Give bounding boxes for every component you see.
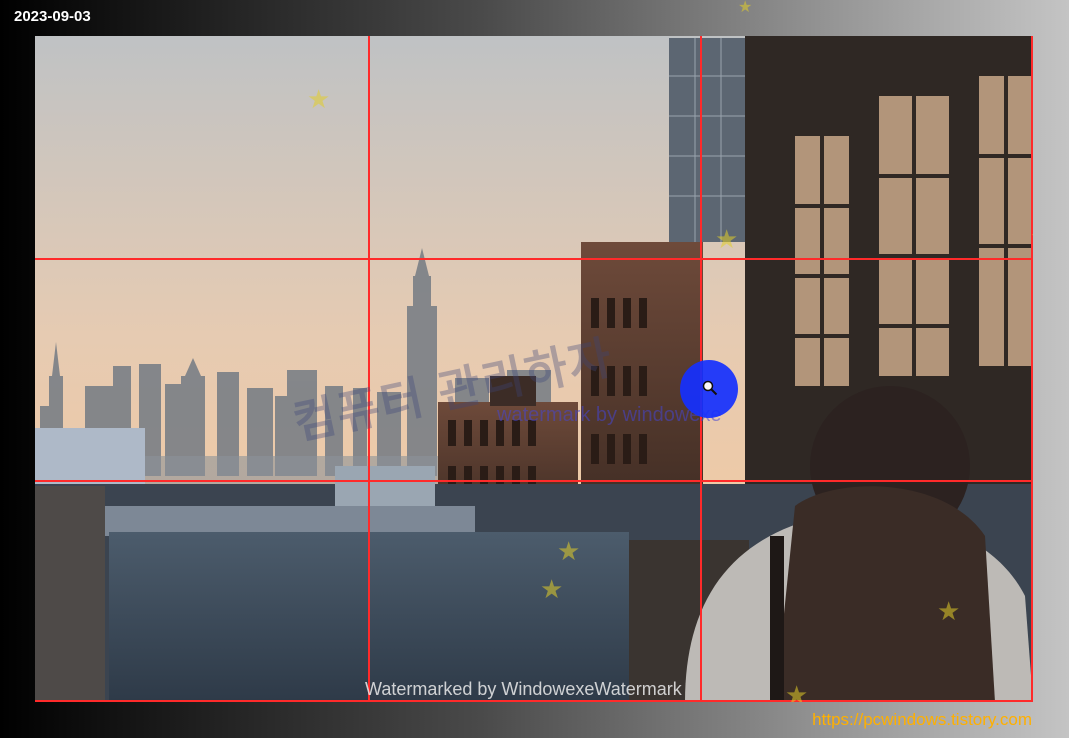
- grid-line-horizontal-bottom: [35, 480, 1033, 482]
- star-icon: ★: [1030, 224, 1033, 250]
- star-icon: ★: [557, 536, 581, 566]
- grid-border-right: [1031, 36, 1033, 702]
- star-icon: ★: [785, 680, 809, 702]
- star-icon: ★: [738, 0, 753, 16]
- source-url: https://pcwindows.tistory.com: [812, 710, 1032, 729]
- star-icon: ★: [715, 224, 739, 254]
- star-icon: ★: [307, 84, 331, 114]
- photo-viewer[interactable]: 컴퓨터 관리하자 watermark by windowexe Watermar…: [35, 36, 1033, 702]
- grid-line-horizontal-top: [35, 258, 1033, 260]
- magnifier-cursor[interactable]: [680, 360, 738, 418]
- bottom-watermark: Watermarked by WindowexeWatermark: [365, 679, 682, 699]
- star-icon: ★: [937, 596, 961, 626]
- grid-border-bottom: [35, 700, 1033, 702]
- date-label: 2023-09-03: [14, 8, 91, 25]
- grid-line-vertical-left: [368, 36, 370, 702]
- star-icon: ★: [540, 574, 564, 604]
- magnifier-icon: [702, 380, 718, 396]
